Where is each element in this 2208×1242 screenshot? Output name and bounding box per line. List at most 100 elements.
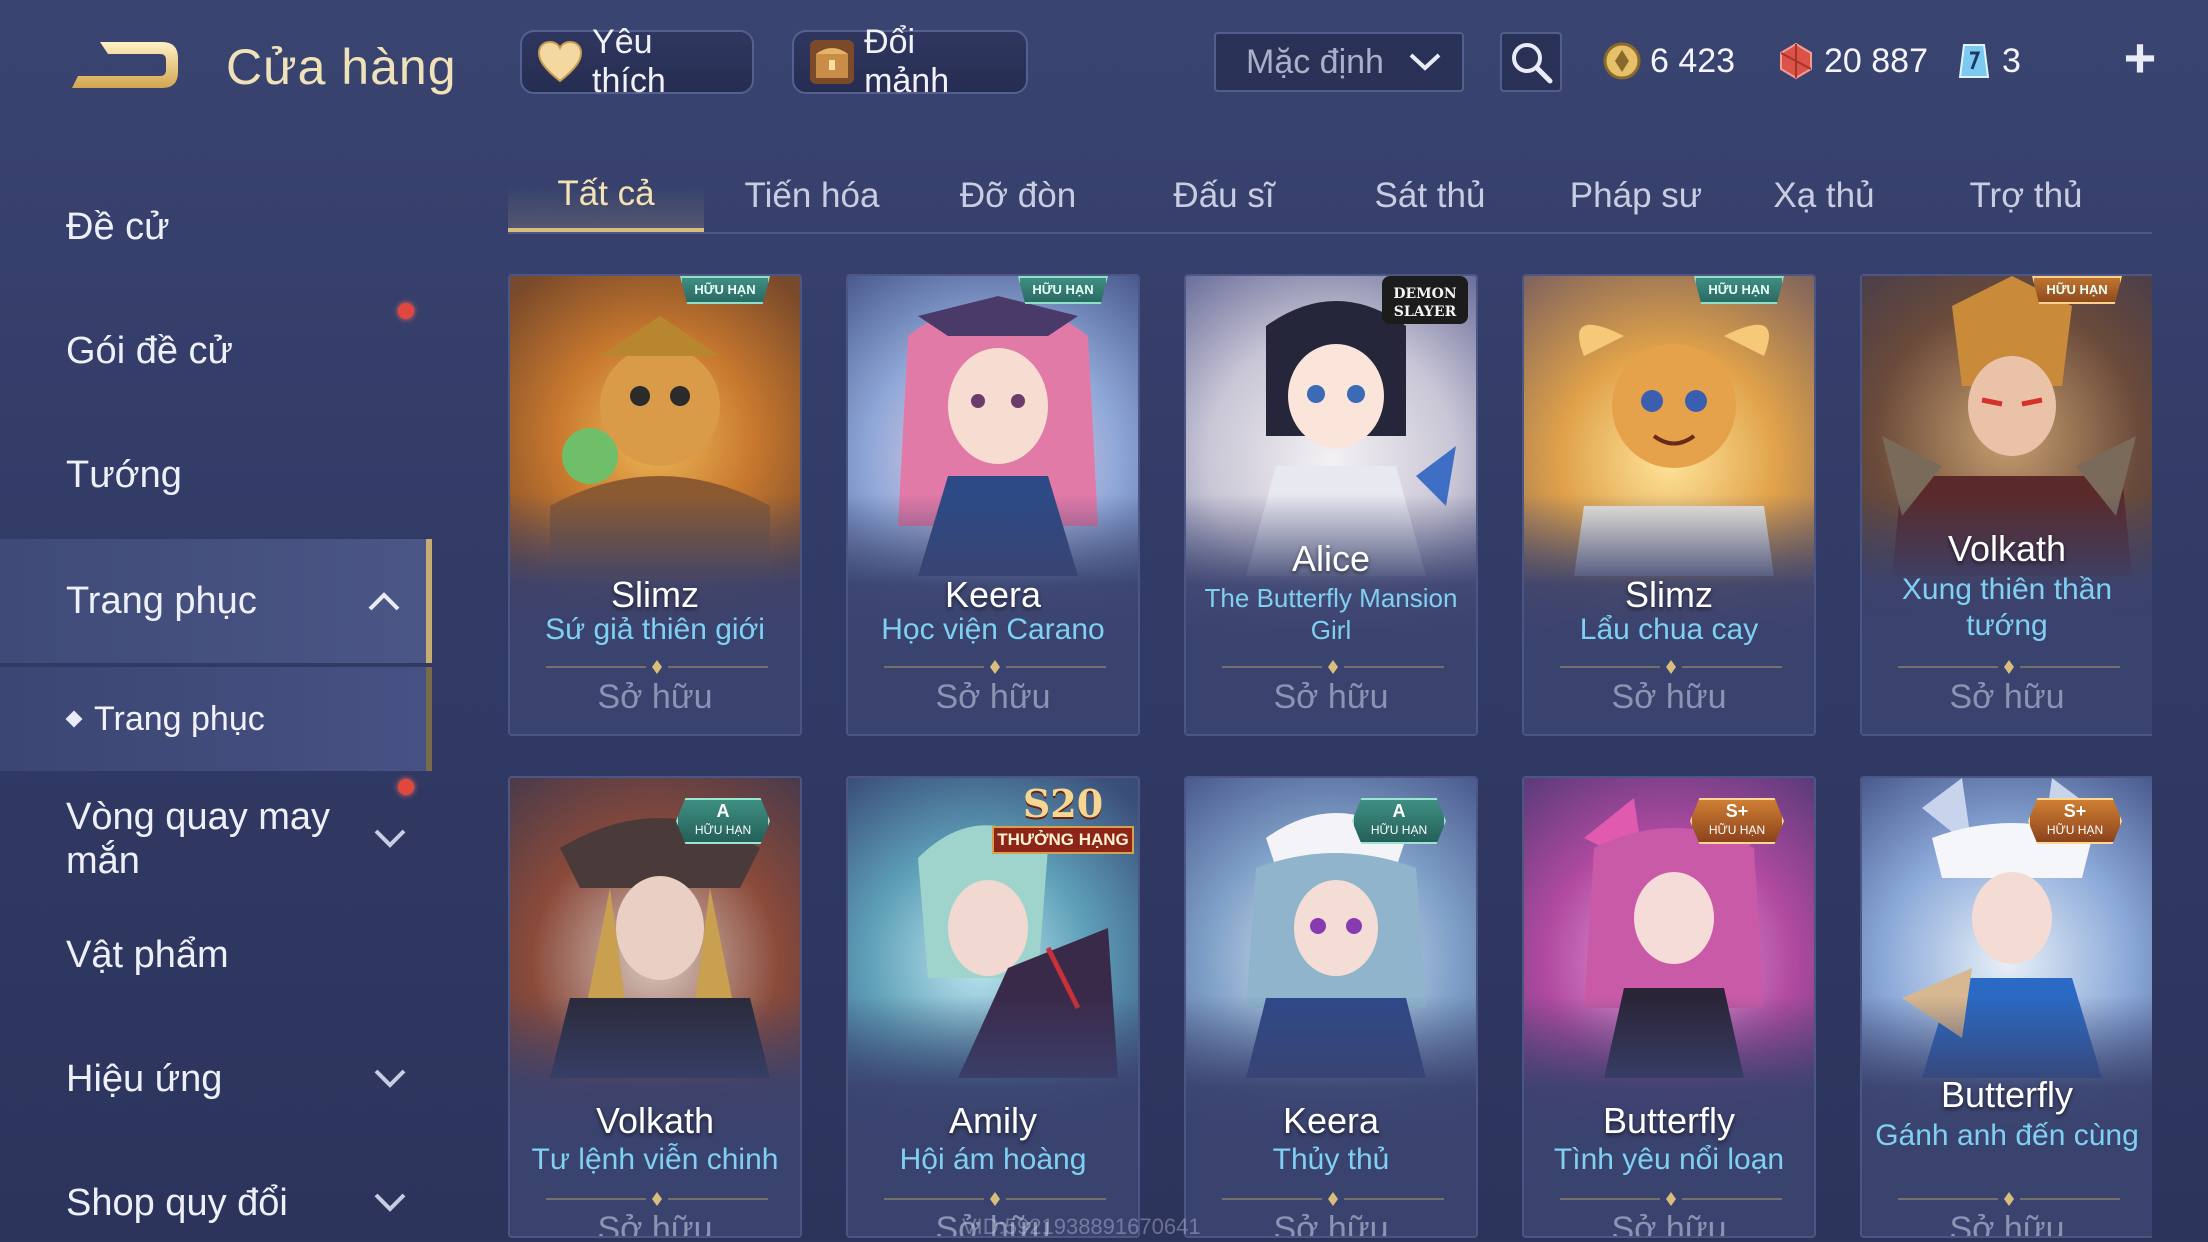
limited-badge: HỮU HẠN: [1018, 276, 1108, 304]
svg-text:DEMON: DEMON: [1393, 286, 1457, 302]
owned-status: Sở hữu: [935, 678, 1051, 716]
sidebar-item-recommended[interactable]: Đề cử: [0, 165, 432, 289]
tab-mage[interactable]: Pháp sư: [1538, 160, 1734, 232]
rank-label: A: [716, 801, 730, 821]
skin-card[interactable]: DEMON SLAYER Alice The Butterfly Mansion …: [1184, 274, 1478, 736]
limited-badge: HỮU HẠN: [1694, 276, 1784, 304]
chevron-down-icon: [374, 1193, 406, 1212]
notification-dot: [398, 303, 414, 319]
divider-ornament: [1222, 1192, 1444, 1206]
sidebar-item-skins[interactable]: Trang phục: [0, 539, 432, 663]
divider-ornament: [1222, 660, 1444, 674]
tab-evolution[interactable]: Tiến hóa: [714, 160, 910, 232]
divider-ornament: [546, 1192, 768, 1206]
sidebar-subitem-skins[interactable]: Trang phục: [0, 667, 432, 771]
bullet-icon: [65, 710, 83, 728]
owned-status: Sở hữu: [597, 678, 713, 716]
gem-amount: 20 887: [1824, 41, 1928, 80]
skin-card[interactable]: HỮU HẠN Volkath Xung thiên thần tướng Sở…: [1860, 274, 2152, 736]
back-button[interactable]: [62, 28, 182, 102]
sidebar-item-label: Shop quy đổi: [66, 1181, 288, 1224]
owned-status: Sở hữu: [1611, 1210, 1727, 1238]
divider-ornament: [884, 660, 1106, 674]
divider-ornament: [1898, 1192, 2120, 1206]
treasure-chest-icon: [808, 37, 856, 87]
owned-status: Sở hữu: [597, 1210, 713, 1238]
skin-card[interactable]: S20 THƯỞNG HẠNG Amily Hội ám hoàng Sở hữu: [846, 776, 1140, 1238]
sidebar-item-items[interactable]: Vật phẩm: [0, 893, 432, 1017]
page-title: Cửa hàng: [226, 39, 457, 95]
rank-badge: A HỮU HẠN: [1352, 798, 1446, 844]
gold-amount: 6 423: [1650, 41, 1736, 80]
limited-badge: HỮU HẠN: [2032, 276, 2122, 304]
skin-card[interactable]: A HỮU HẠN Keera Thủy thủ Sở hữu: [1184, 776, 1478, 1238]
skin-name: Gánh anh đến cùng: [1875, 1119, 2139, 1152]
hero-name: Volkath: [595, 1100, 715, 1141]
skin-name: Học viện Carano: [881, 613, 1105, 646]
rank-reward-badge: S20 THƯỞNG HẠNG: [988, 782, 1138, 856]
skin-card[interactable]: A HỮU HẠN Volkath Tư lệnh viễn chinh Sở h…: [508, 776, 802, 1238]
exchange-shards-button[interactable]: Đổi mảnh: [792, 23, 1028, 100]
favorites-label: Yêu thích: [592, 23, 666, 100]
tab-all[interactable]: Tất cả: [508, 160, 704, 232]
sidebar-item-exchange-shop[interactable]: Shop quy đổi: [0, 1141, 432, 1242]
skin-card[interactable]: HỮU HẠN Slimz Lẩu chua cay Sở hữu: [1522, 274, 1816, 736]
sidebar-item-lucky-wheel[interactable]: Vòng quay may mắn: [0, 775, 432, 903]
rank-badge: S+ HỮU HẠN: [2028, 798, 2122, 844]
skin-name: Thủy thủ: [1272, 1143, 1390, 1176]
category-sidebar: Đề cử Gói đề cử Tướng Trang phục Trang p…: [0, 165, 432, 1242]
hero-name: Butterfly: [1602, 1100, 1736, 1141]
tab-tank[interactable]: Đỡ đòn: [920, 160, 1116, 232]
tab-assassin[interactable]: Sát thủ: [1332, 160, 1528, 232]
sort-dropdown[interactable]: Mặc định: [1214, 32, 1464, 92]
skin-name: Lẩu chua cay: [1579, 613, 1759, 646]
sidebar-item-label: Gói đề cử: [66, 329, 233, 372]
video-watermark: VID:5921938891670641: [962, 1214, 1201, 1239]
chevron-down-icon: [374, 829, 406, 848]
sidebar-item-effects[interactable]: Hiệu ứng: [0, 1017, 432, 1141]
demon-slayer-logo: DEMON SLAYER: [1382, 276, 1468, 324]
limited-label: HỮU HẠN: [1370, 823, 1428, 837]
rank-badge: A HỮU HẠN: [676, 798, 770, 844]
owned-status: Sở hữu: [1273, 678, 1389, 716]
tab-support[interactable]: Trợ thủ: [1928, 160, 2124, 232]
search-button[interactable]: [1500, 32, 1562, 92]
favorites-button[interactable]: Yêu thích: [520, 23, 754, 100]
add-currency-button[interactable]: +: [2118, 30, 2162, 86]
sidebar-item-label: Tướng: [66, 453, 182, 496]
owned-status: Sở hữu: [1949, 678, 2065, 716]
rank-label: S+: [1725, 801, 1749, 821]
skin-card[interactable]: HỮU HẠN Slimz Sứ giả thiên giới Sở hữu: [508, 274, 802, 736]
hero-name: Amily: [949, 1100, 1037, 1141]
owned-status: Sở hữu: [1273, 1210, 1389, 1238]
skin-card[interactable]: S+ HỮU HẠN Butterfly Gánh anh đến cùng Sở…: [1860, 776, 2152, 1238]
divider-ornament: [884, 1192, 1106, 1206]
season-label: S20: [1022, 781, 1104, 826]
sidebar-item-label: Vòng quay may mắn: [66, 796, 331, 882]
exchange-shards-label: Đổi mảnh: [864, 23, 950, 100]
sidebar-item-recommended-packs[interactable]: Gói đề cử: [0, 289, 432, 413]
ticket-amount: 3: [2002, 41, 2021, 80]
rank-reward-label: THƯỞNG HẠNG: [992, 826, 1134, 854]
ticket-balance: 3: [1954, 34, 2021, 88]
sidebar-item-heroes[interactable]: Tướng: [0, 413, 432, 537]
rank-label: S+: [2063, 801, 2087, 821]
chevron-up-icon: [368, 592, 400, 611]
tab-marksman[interactable]: Xạ thủ: [1744, 160, 1904, 232]
sidebar-item-label: Vật phẩm: [66, 933, 229, 976]
top-bar: Cửa hàng Yêu thích Đổi mảnh Mặc định 6 4…: [0, 0, 2208, 130]
limited-label: HỮU HẠN: [1708, 823, 1766, 837]
hero-name: Butterfly: [1940, 1074, 2074, 1115]
limited-label: HỮU HẠN: [694, 823, 752, 837]
divider-ornament: [546, 660, 768, 674]
tab-fighter[interactable]: Đấu sĩ: [1126, 160, 1322, 232]
ticket-icon: [1958, 44, 1990, 78]
sort-value: Mặc định: [1246, 42, 1384, 81]
rank-badge: S+ HỮU HẠN: [1690, 798, 1784, 844]
skin-card[interactable]: S+ HỮU HẠN Butterfly Tình yêu nổi loạn Sở…: [1522, 776, 1816, 1238]
skin-name: Hội ám hoàng: [899, 1143, 1087, 1176]
skin-card[interactable]: HỮU HẠN Keera Học viện Carano Sở hữu: [846, 274, 1140, 736]
gold-coin-icon: [1603, 42, 1641, 80]
hero-name: Slimz: [1625, 574, 1713, 615]
owned-status: Sở hữu: [1611, 678, 1727, 716]
